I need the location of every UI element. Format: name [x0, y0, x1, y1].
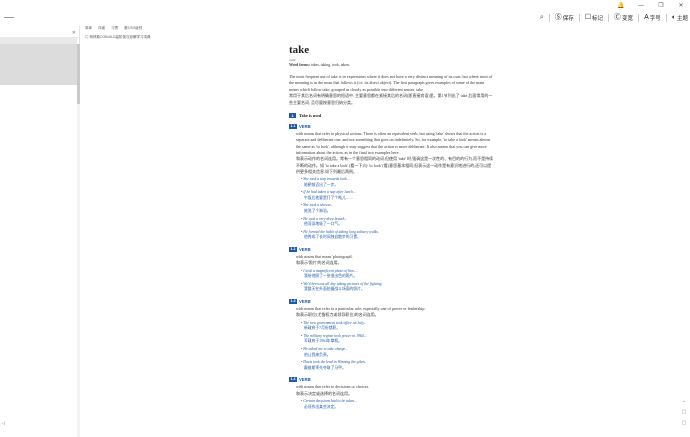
word-forms: Word forms: takes, taking, took, taken.: [289, 63, 495, 67]
entry-content: take /teɪk/ Word forms: takes, taking, t…: [289, 44, 495, 410]
example: He asked me to take charge... 他让我来负责。: [301, 347, 495, 358]
sub-sense-number: 1.1: [289, 123, 297, 129]
toolbar: ⌕ Ⓢ 保存 ☐ 标记 Ⓒ 变宽 A 字号 ◐ 主题: [0, 12, 690, 26]
main-content: ◎ 柯林斯COBUILD高阶英汉双解学习词典 take /teɪk/ Word …: [81, 26, 690, 437]
example-cn: 她朝前迈出了一步。: [304, 182, 339, 187]
search-icon[interactable]: ⌕: [540, 14, 544, 22]
example-cn: 军政府于1964年掌权。: [304, 339, 342, 344]
example-cn: 我整天在外面拍摄战斗场面的照片。: [304, 287, 365, 292]
sub-sense-number: 1.4: [289, 377, 297, 383]
headword: take: [289, 44, 310, 56]
sub-sense-number: 1.3: [289, 298, 297, 304]
example-cn: 戴维斯率先夺取了马甲。: [304, 365, 346, 370]
minimize-icon[interactable]: —: [636, 1, 646, 11]
toolbar-divider: [638, 14, 640, 22]
close-icon[interactable]: ✕: [676, 1, 686, 11]
font-size-button[interactable]: A 字号: [644, 14, 661, 22]
sub-sense-header: 1.1 VERB: [289, 123, 495, 129]
example-cn: 她洗了个淋浴。: [304, 209, 331, 214]
font-size-label: 字号: [649, 16, 661, 22]
example-cn: 我给他照了一张很出色的照片。: [304, 274, 358, 279]
example: Certain decisions had to be taken... 必须作…: [301, 399, 495, 410]
dictionary-source[interactable]: ◎ 柯林斯COBUILD高阶英汉双解学习词典: [85, 35, 151, 40]
part-of-speech: VERB: [299, 123, 311, 129]
left-panel: ✕ →): [0, 26, 80, 437]
toolbar-divider: [578, 14, 580, 22]
floating-actions: ⌄ ▢ ▢: [681, 398, 687, 426]
intro-cn: 常用于其后名词有明确意思的短语中, 主要意思都在紧接其后的名词(即直接宾语)里。…: [289, 93, 493, 105]
sense-title: Take is used: [299, 112, 322, 118]
mark-button[interactable]: ☐ 标记: [585, 14, 603, 22]
example: He formed the habit of taking long solit…: [301, 230, 495, 241]
example-cn: 必须作出某些决定。: [304, 404, 339, 409]
part-of-speech: VERB: [299, 298, 311, 304]
sub-sense-number: 1.2: [289, 246, 297, 252]
theme-label: 主题: [676, 16, 688, 22]
definition-en: with nouns that refer to physical action…: [296, 130, 491, 156]
widen-button[interactable]: Ⓒ 变宽: [614, 14, 633, 22]
toolbar-actions: ⌕ Ⓢ 保存 ☐ 标记 Ⓒ 变宽 A 字号 ◐ 主题: [540, 14, 688, 22]
left-search-field[interactable]: ✕: [0, 30, 80, 38]
menu-icon[interactable]: [4, 17, 14, 18]
example-cn: 新政府于7月份就职。: [304, 326, 341, 331]
part-of-speech: VERB: [299, 246, 311, 252]
sense-header: 1 Take is used: [289, 112, 495, 118]
example: I took a magnificent photo of him... 我给他…: [301, 269, 495, 280]
sub-sense-header: 1.2 VERB: [289, 246, 495, 252]
sub-sense-header: 1.4 VERB: [289, 377, 495, 383]
bell-icon[interactable]: 🔔: [616, 1, 626, 11]
example: Davis took the lead in Winning the gilet…: [301, 360, 495, 371]
clear-icon[interactable]: ✕: [72, 30, 76, 36]
intro-en: The most frequent use of take is in expr…: [289, 74, 493, 92]
word-forms-list: takes, taking, took, taken.: [310, 63, 350, 67]
copy-icon[interactable]: ▢: [681, 409, 687, 415]
widen-label: 变宽: [622, 16, 634, 22]
definition-cn: 和表示职位(尤指权力或领导职位)的名词连用。: [296, 312, 379, 318]
sense-number: 1: [289, 112, 296, 118]
toolbar-divider: [548, 14, 550, 22]
word-forms-label: Word forms:: [289, 63, 310, 67]
sub-sense-header: 1.3 VERB: [289, 298, 495, 304]
scroll-down-icon[interactable]: ⌄: [681, 398, 687, 404]
part-of-speech: VERB: [299, 377, 311, 383]
example: If he had taken a nap after lunch... 午饭后…: [301, 190, 495, 201]
maximize-icon[interactable]: ❐: [656, 1, 666, 11]
definition-cn: 和表示'照片'的名词连用。: [296, 260, 342, 266]
example: The new government took office on July..…: [301, 321, 495, 332]
theme-icon: ◐: [671, 14, 676, 21]
theme-button[interactable]: ◐ 主题: [672, 14, 688, 22]
example-cn: 他让我来负责。: [304, 352, 331, 357]
example: She took a step towards look... 她朝前迈出了一步…: [301, 177, 495, 188]
save-icon: Ⓢ: [554, 14, 562, 21]
result-list-block[interactable]: [0, 44, 77, 85]
example-cn: 他养成了长时间独自散步的习惯。: [304, 235, 361, 240]
pronunciation: /teɪk/: [289, 58, 297, 62]
font-size-icon: A: [644, 14, 649, 21]
save-button[interactable]: Ⓢ 保存: [555, 14, 574, 22]
example: She took a shower... 她洗了个淋浴。: [301, 203, 495, 214]
toolbar-divider: [665, 14, 667, 22]
source-label: 柯林斯COBUILD高阶英汉双解学习词典: [89, 35, 151, 39]
left-bottom-text: →): [0, 420, 6, 425]
definition-cn: 和表示决定或选择的名词连用。: [296, 390, 352, 396]
definition-cn: 和表示动作的名词连用。常有一个意思相同的动词,但使用 'take' 时,强调这是…: [296, 156, 494, 174]
mark-label: 标记: [592, 16, 604, 22]
title-bar: 🔔 — ❐ ✕: [0, 0, 690, 12]
example-cn: 午饭后他要是打了个盹儿……: [304, 195, 354, 200]
example: We'd been out all day taking pictures of…: [301, 282, 495, 293]
example-cn: 他深深地吸了一口气。: [304, 222, 342, 227]
left-scrollbar-thumb[interactable]: [77, 44, 80, 104]
window-icon[interactable]: ▢: [681, 420, 687, 426]
widen-icon: Ⓒ: [614, 14, 622, 21]
example: The military regime took power in 1964..…: [301, 334, 495, 345]
bookmark-icon: ☐: [584, 14, 592, 21]
toolbar-divider: [608, 14, 610, 22]
example: He took a very deep breath... 他深深地吸了一口气。: [301, 217, 495, 228]
window-controls: 🔔 — ❐ ✕: [616, 1, 686, 11]
save-label: 保存: [562, 16, 574, 22]
